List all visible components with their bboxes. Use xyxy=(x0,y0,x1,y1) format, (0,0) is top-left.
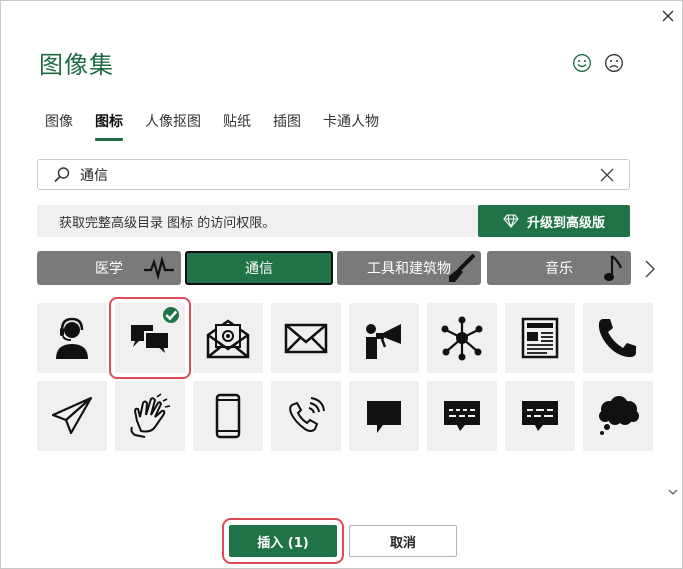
close-icon[interactable] xyxy=(599,167,615,183)
icon-tile[interactable] xyxy=(271,381,341,451)
newspaper-icon xyxy=(521,317,559,359)
tab-illustrations[interactable]: 插图 xyxy=(273,111,301,141)
message-lines-icon xyxy=(522,401,558,431)
icon-tile[interactable] xyxy=(37,381,107,451)
envelope-icon xyxy=(284,323,328,354)
category-music[interactable]: 音乐 xyxy=(487,251,631,285)
tab-images[interactable]: 图像 xyxy=(45,111,73,141)
category-medical[interactable]: 医学 xyxy=(37,251,181,285)
paper-plane-icon xyxy=(51,396,93,435)
icon-gallery-dialog: 图像集 图像 图标 人像抠图 贴纸 插图 卡通人物 获取完整高级目录 图标 的访… xyxy=(0,0,683,569)
category-communication[interactable]: 通信 xyxy=(185,251,333,285)
upgrade-button[interactable]: 升级到高级版 xyxy=(478,205,630,237)
diamond-icon xyxy=(503,214,519,228)
icon-tile-selected[interactable] xyxy=(109,297,191,379)
close-button[interactable] xyxy=(657,5,679,27)
tab-stickers[interactable]: 贴纸 xyxy=(223,111,251,141)
phone-handset-icon xyxy=(598,319,636,358)
icon-tile[interactable] xyxy=(271,303,341,373)
speech-bubble-icon xyxy=(367,401,401,433)
paintbrush-icon xyxy=(449,254,475,282)
tab-cutout-people[interactable]: 人像抠图 xyxy=(145,111,201,141)
icon-tile[interactable] xyxy=(349,303,419,373)
category-label: 医学 xyxy=(95,261,123,277)
heartbeat-icon xyxy=(144,255,174,281)
icon-tile[interactable] xyxy=(505,381,575,451)
dialog-title: 图像集 xyxy=(39,51,114,79)
search-box xyxy=(37,159,630,190)
icon-tile[interactable] xyxy=(349,381,419,451)
search-input[interactable] xyxy=(78,165,578,184)
megaphone-person-icon xyxy=(366,324,401,359)
icon-tile[interactable] xyxy=(193,303,263,373)
icon-tile[interactable] xyxy=(37,303,107,373)
headset-user-icon xyxy=(56,317,88,359)
icon-tile[interactable] xyxy=(583,381,653,451)
upgrade-button-label: 升级到高级版 xyxy=(526,215,605,231)
selected-check-icon xyxy=(163,307,179,323)
thought-cloud-icon xyxy=(599,396,639,435)
icon-tile[interactable] xyxy=(427,303,497,373)
category-label: 工具和建筑物 xyxy=(367,261,451,277)
icon-tile[interactable] xyxy=(427,381,497,451)
category-label: 音乐 xyxy=(545,261,573,277)
insert-button[interactable]: 插入 (1) xyxy=(222,518,344,564)
frown-icon[interactable] xyxy=(604,53,624,73)
icon-tile[interactable] xyxy=(115,381,185,451)
music-note-icon xyxy=(604,255,623,281)
message-text-icon xyxy=(444,401,480,431)
category-strip: 医学 通信 工具和建筑物 音乐 xyxy=(37,251,631,285)
premium-banner: 获取完整高级目录 图标 的访问权限。 升级到高级版 xyxy=(37,205,630,237)
cancel-button[interactable]: 取消 xyxy=(349,525,457,557)
phone-ringing-icon xyxy=(289,397,325,432)
chevron-right-icon[interactable] xyxy=(642,258,658,280)
email-envelope-icon xyxy=(206,319,250,359)
smartphone-icon xyxy=(215,393,241,439)
network-hub-icon xyxy=(441,316,483,361)
search-icon xyxy=(54,166,70,182)
icon-tile[interactable] xyxy=(583,303,653,373)
smiley-icon[interactable] xyxy=(572,53,592,73)
scroll-down-icon[interactable] xyxy=(668,487,678,497)
premium-banner-text: 获取完整高级目录 图标 的访问权限。 xyxy=(59,215,276,231)
sign-language-icon xyxy=(130,393,171,438)
icon-tile[interactable] xyxy=(505,303,575,373)
category-tools-buildings[interactable]: 工具和建筑物 xyxy=(337,251,481,285)
tab-icons[interactable]: 图标 xyxy=(95,111,123,141)
close-icon xyxy=(662,10,674,22)
icon-tile[interactable] xyxy=(193,381,263,451)
tab-bar: 图像 图标 人像抠图 贴纸 插图 卡通人物 xyxy=(45,111,401,141)
category-label: 通信 xyxy=(245,261,273,277)
tab-cartoon-people[interactable]: 卡通人物 xyxy=(323,111,379,141)
